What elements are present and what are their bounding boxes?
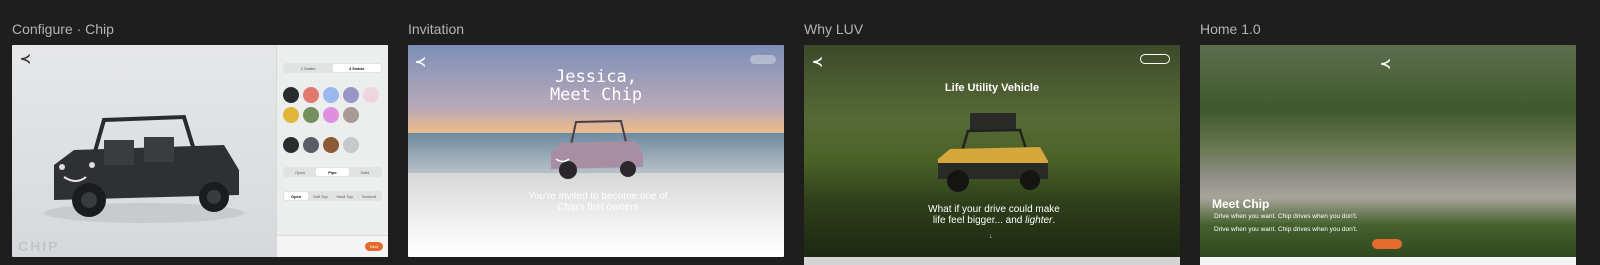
reserve-button[interactable]	[1140, 54, 1170, 64]
scroll-down-icon[interactable]: ↓	[989, 233, 993, 240]
top-selector[interactable]: Open Soft Top Hard Top Sunroof	[283, 191, 382, 201]
top-label: ​	[283, 183, 382, 188]
reserve-button[interactable]	[1372, 239, 1402, 249]
color-swatch[interactable]	[343, 107, 359, 123]
wheel-options	[283, 137, 382, 153]
frame-configure[interactable]: ≺ CHIP ​ 2 Seater 4 Seater ​ ​ ​	[12, 45, 388, 257]
headline-line-2: Meet Chip	[549, 85, 643, 105]
color-swatch[interactable]	[343, 87, 359, 103]
frame-title-invitation[interactable]: Invitation	[408, 21, 464, 37]
hero-subtitle-1: Drive when you want. Chip drives when yo…	[1214, 213, 1358, 220]
frame-invitation[interactable]: ≺ Jessica, Meet Chip You're invited to b…	[408, 45, 784, 257]
color-swatch[interactable]	[303, 87, 319, 103]
doors-label: ​	[283, 159, 382, 164]
top-option-open[interactable]: Open	[284, 192, 309, 200]
chip-logo-icon: ≺	[812, 54, 823, 69]
color-swatch[interactable]	[283, 87, 299, 103]
color-swatch[interactable]	[323, 137, 339, 153]
headline-line-1: Jessica,	[555, 67, 637, 87]
frame-why-luv[interactable]: ≺ Life Utility Vehicle What if your driv…	[804, 45, 1180, 257]
hero-subtitle-2: Drive when you want. Chip drives when yo…	[1214, 226, 1358, 233]
vehicle-image	[938, 113, 1048, 192]
door-option-pipe[interactable]: Pipe	[316, 168, 349, 176]
color-swatch[interactable]	[323, 107, 339, 123]
vehicle-image	[551, 119, 643, 179]
invitation-text-line-1: You're invited to become one of	[528, 191, 668, 202]
invitation-text-line-2: Chip's first owners	[557, 202, 639, 213]
chip-logo-icon: ≺	[1380, 56, 1391, 71]
next-section-preview	[1200, 257, 1576, 265]
configurator-panel: ​ 2 Seater 4 Seater ​ ​ ​ Open Pipe Soli…	[276, 45, 388, 257]
doors-selector[interactable]: Open Pipe Solid	[283, 167, 382, 177]
hero-body-line-2: life feel bigger... and lighter.	[932, 215, 1056, 226]
color-swatch[interactable]	[303, 107, 319, 123]
color-swatch[interactable]	[363, 87, 379, 103]
invitation-headline: Jessica, Meet Chip	[408, 68, 784, 104]
color-swatch[interactable]	[323, 87, 339, 103]
color-swatch[interactable]	[343, 137, 359, 153]
size-label: ​	[283, 55, 382, 60]
reserve-button[interactable]	[750, 55, 776, 64]
wheels-label: ​	[283, 129, 382, 134]
frame-title-why-luv[interactable]: Why LUV	[804, 21, 863, 37]
door-option-solid[interactable]: Solid	[349, 168, 381, 176]
top-option-soft[interactable]: Soft Top	[308, 192, 332, 200]
summary-footer: Next	[277, 235, 388, 257]
hero-title: Meet Chip	[1212, 197, 1270, 211]
invitation-text: You're invited to become one of Chip's f…	[518, 191, 678, 213]
next-section-preview	[804, 257, 1180, 265]
frame-title-home[interactable]: Home 1.0	[1200, 21, 1261, 37]
size-selector[interactable]: 2 Seater 4 Seater	[283, 63, 382, 73]
body-color-row-2	[283, 107, 382, 123]
frame-title-configure[interactable]: Configure · Chip	[12, 21, 114, 37]
body-color-row-1	[283, 87, 382, 103]
size-option-4-seater[interactable]: 4 Seater	[332, 64, 381, 72]
frame-home[interactable]: ≺ Meet Chip Drive when you want. Chip dr…	[1200, 45, 1576, 257]
chip-logo-icon: ≺	[20, 51, 31, 66]
door-option-open[interactable]: Open	[284, 168, 316, 176]
hero-title: Life Utility Vehicle	[944, 82, 1040, 94]
next-button[interactable]: Next	[365, 242, 383, 251]
color-swatch[interactable]	[283, 137, 299, 153]
chip-wordmark: CHIP	[18, 238, 60, 254]
size-option-2-seater[interactable]: 2 Seater	[284, 64, 333, 72]
design-canvas: Configure · Chip Invitation Why LUV Home…	[0, 0, 1600, 265]
hero-body: What if your drive could make life feel …	[914, 204, 1074, 226]
top-option-sunroof[interactable]: Sunroof	[357, 192, 381, 200]
body-color-label: ​	[283, 79, 382, 84]
top-option-hard[interactable]: Hard Top	[333, 192, 357, 200]
color-swatch[interactable]	[303, 137, 319, 153]
hero-body-line-1: What if your drive could make	[928, 204, 1060, 215]
color-swatch[interactable]	[283, 107, 299, 123]
vehicle-image	[44, 114, 244, 223]
